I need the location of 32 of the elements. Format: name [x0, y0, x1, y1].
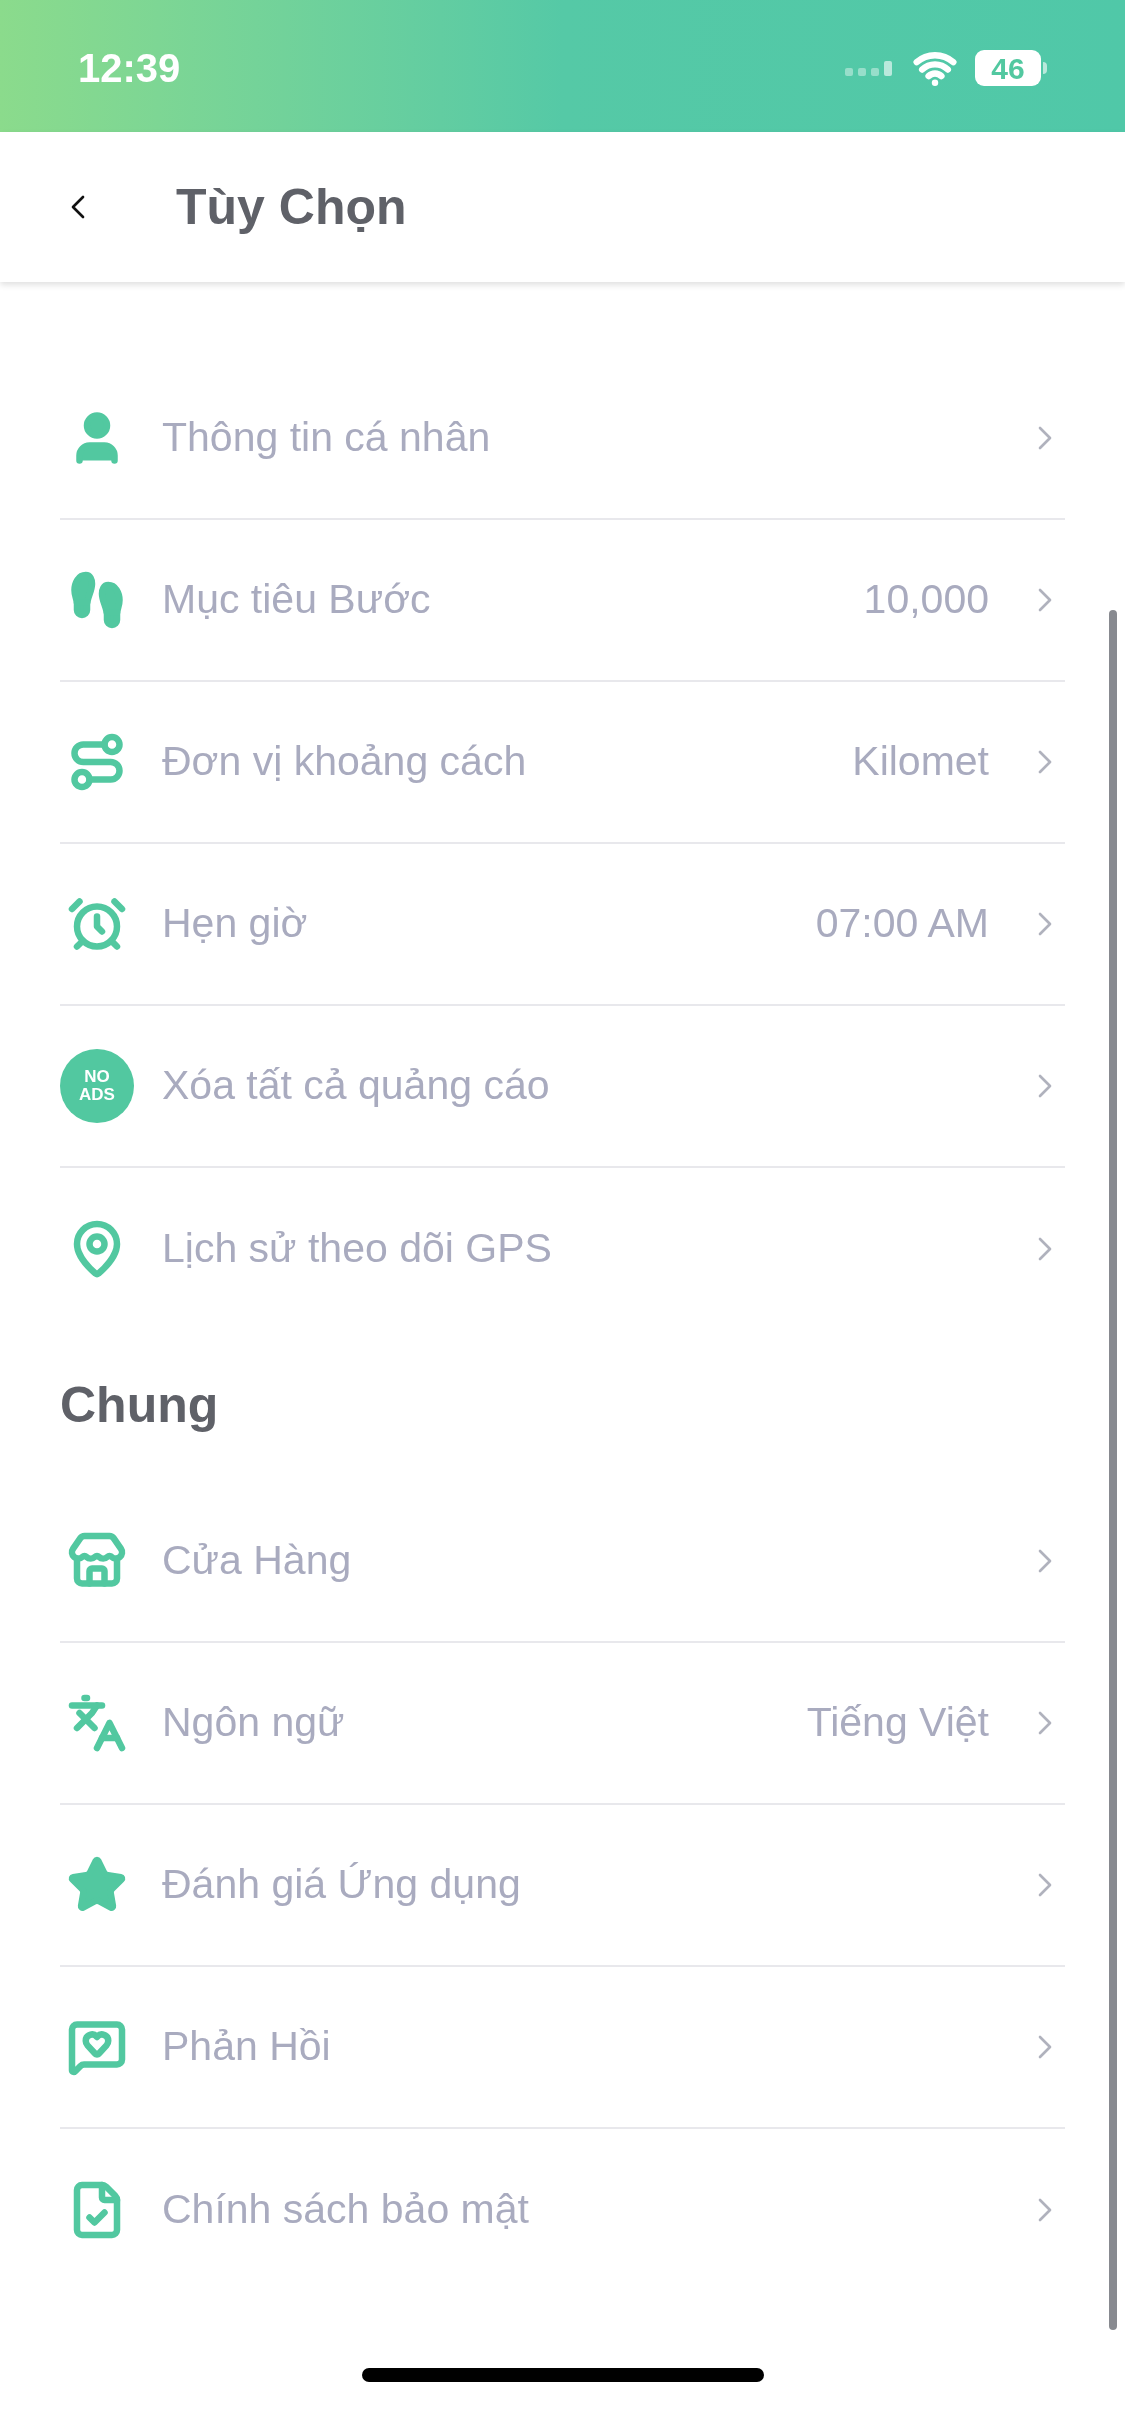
row-label: Lịch sử theo dõi GPS — [162, 1224, 553, 1274]
row-label: Mục tiêu Bước — [162, 575, 432, 625]
settings-row[interactable]: Phản Hồi — [60, 1967, 1065, 2129]
page-title: Tùy Chọn — [176, 177, 407, 237]
settings-row[interactable]: Đánh giá Ứng dụng — [60, 1805, 1065, 1967]
row-label: Phản Hồi — [162, 2022, 332, 2072]
row-label: Xóa tất cả quảng cáo — [162, 1061, 551, 1111]
signal-icon — [845, 58, 895, 78]
row-label: Cửa Hàng — [162, 1536, 353, 1586]
settings-row[interactable]: Đơn vị khoảng cách Kilomet — [60, 682, 1065, 844]
row-label: Chính sách bảo mật — [162, 2185, 530, 2235]
settings-row[interactable]: Thông tin cá nhân — [60, 358, 1065, 520]
status-time: 12:39 — [78, 45, 181, 92]
settings-row[interactable]: Cửa Hàng — [60, 1481, 1065, 1643]
row-label: Đánh giá Ứng dụng — [162, 1860, 522, 1910]
row-label: Đơn vị khoảng cách — [162, 737, 528, 787]
row-label: Thông tin cá nhân — [162, 413, 492, 463]
row-value: 10,000 — [863, 575, 989, 625]
settings-row[interactable]: Chính sách bảo mật — [60, 2129, 1065, 2291]
settings-row[interactable]: Ngôn ngữ Tiếng Việt — [60, 1643, 1065, 1805]
no-ads-icon: NO ADS — [60, 1049, 134, 1123]
settings-row[interactable]: Hẹn giờ 07:00 AM — [60, 844, 1065, 1006]
row-value: Tiếng Việt — [806, 1698, 989, 1748]
row-value: 07:00 AM — [815, 899, 989, 949]
row-label: Ngôn ngữ — [162, 1698, 346, 1748]
settings-row[interactable]: NO ADS Xóa tất cả quảng cáo — [60, 1006, 1065, 1168]
settings-row[interactable]: Lịch sử theo dõi GPS — [60, 1168, 1065, 1330]
row-value: Kilomet — [852, 737, 989, 787]
section-heading: Chung — [60, 1376, 219, 1435]
settings-row[interactable]: Mục tiêu Bước 10,000 — [60, 520, 1065, 682]
translate-icon — [67, 1693, 127, 1753]
row-label: Hẹn giờ — [162, 899, 309, 949]
